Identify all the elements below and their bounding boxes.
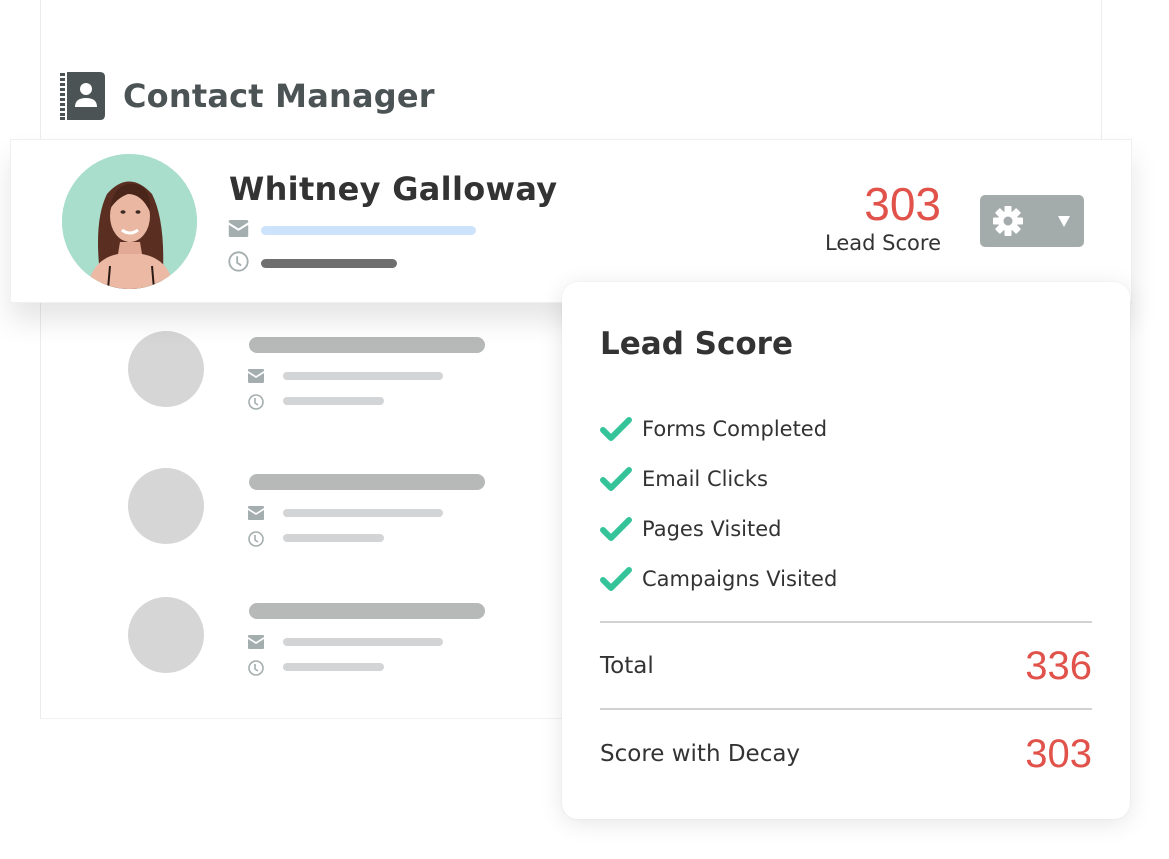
contact-card[interactable]: Whitney Galloway 303 Lead Score [10,139,1132,303]
lead-score-value: 303 [864,178,941,230]
check-icon [600,416,632,442]
total-row: Total 336 [600,640,1092,692]
gear-icon [992,205,1024,237]
contact-name[interactable]: Whitney Galloway [229,170,557,208]
divider [600,621,1092,623]
criterion-campaigns-visited: Campaigns Visited [600,554,837,604]
placeholder-email [283,509,443,517]
clock-icon [248,531,264,551]
placeholder-email [283,638,443,646]
popup-title: Lead Score [600,326,793,362]
contact-email-value[interactable] [261,226,476,235]
envelope-icon [228,220,249,241]
lead-score-label: Lead Score [825,231,941,255]
page-title: Contact Manager [123,77,435,115]
check-icon [600,466,632,492]
contact-time-value [261,259,397,268]
lead-score-popup: Lead Score Forms Completed Email Clicks … [562,282,1130,819]
envelope-icon [248,634,264,653]
criterion-email-clicks: Email Clicks [600,454,837,504]
list-item[interactable] [128,597,508,677]
criterion-forms-completed: Forms Completed [600,404,837,454]
placeholder-email [283,372,443,380]
list-item[interactable] [128,331,508,411]
contact-email-row [228,220,476,241]
placeholder-avatar [128,597,204,673]
envelope-icon [248,505,264,524]
criterion-label: Email Clicks [642,467,768,491]
total-value: 336 [1025,643,1092,688]
placeholder-name [249,474,485,490]
avatar-photo [62,154,197,289]
lead-score-summary[interactable]: 303 Lead Score [801,178,941,256]
clock-icon [248,660,264,680]
contact-time-row [228,251,397,276]
decay-row: Score with Decay 303 [600,728,1092,780]
placeholder-time [283,663,384,671]
criterion-label: Pages Visited [642,517,782,541]
criterion-label: Forms Completed [642,417,828,441]
contact-book-icon [60,72,106,120]
placeholder-name [249,337,485,353]
score-criteria-list: Forms Completed Email Clicks Pages Visit… [600,404,837,604]
placeholder-time [283,534,384,542]
envelope-icon [248,368,264,387]
caret-down-icon [1058,216,1070,227]
clock-icon [248,394,264,414]
divider [600,708,1092,710]
decay-label: Score with Decay [600,741,801,767]
page-header: Contact Manager [60,72,435,120]
list-item[interactable] [128,468,508,548]
clock-icon [228,251,249,276]
check-icon [600,566,632,592]
total-label: Total [600,653,654,679]
criterion-label: Campaigns Visited [642,567,838,591]
avatar[interactable] [62,154,197,289]
criterion-pages-visited: Pages Visited [600,504,837,554]
placeholder-avatar [128,468,204,544]
decay-value: 303 [1025,731,1092,776]
placeholder-name [249,603,485,619]
settings-dropdown-button[interactable] [980,195,1084,247]
placeholder-time [283,397,384,405]
placeholder-avatar [128,331,204,407]
check-icon [600,516,632,542]
